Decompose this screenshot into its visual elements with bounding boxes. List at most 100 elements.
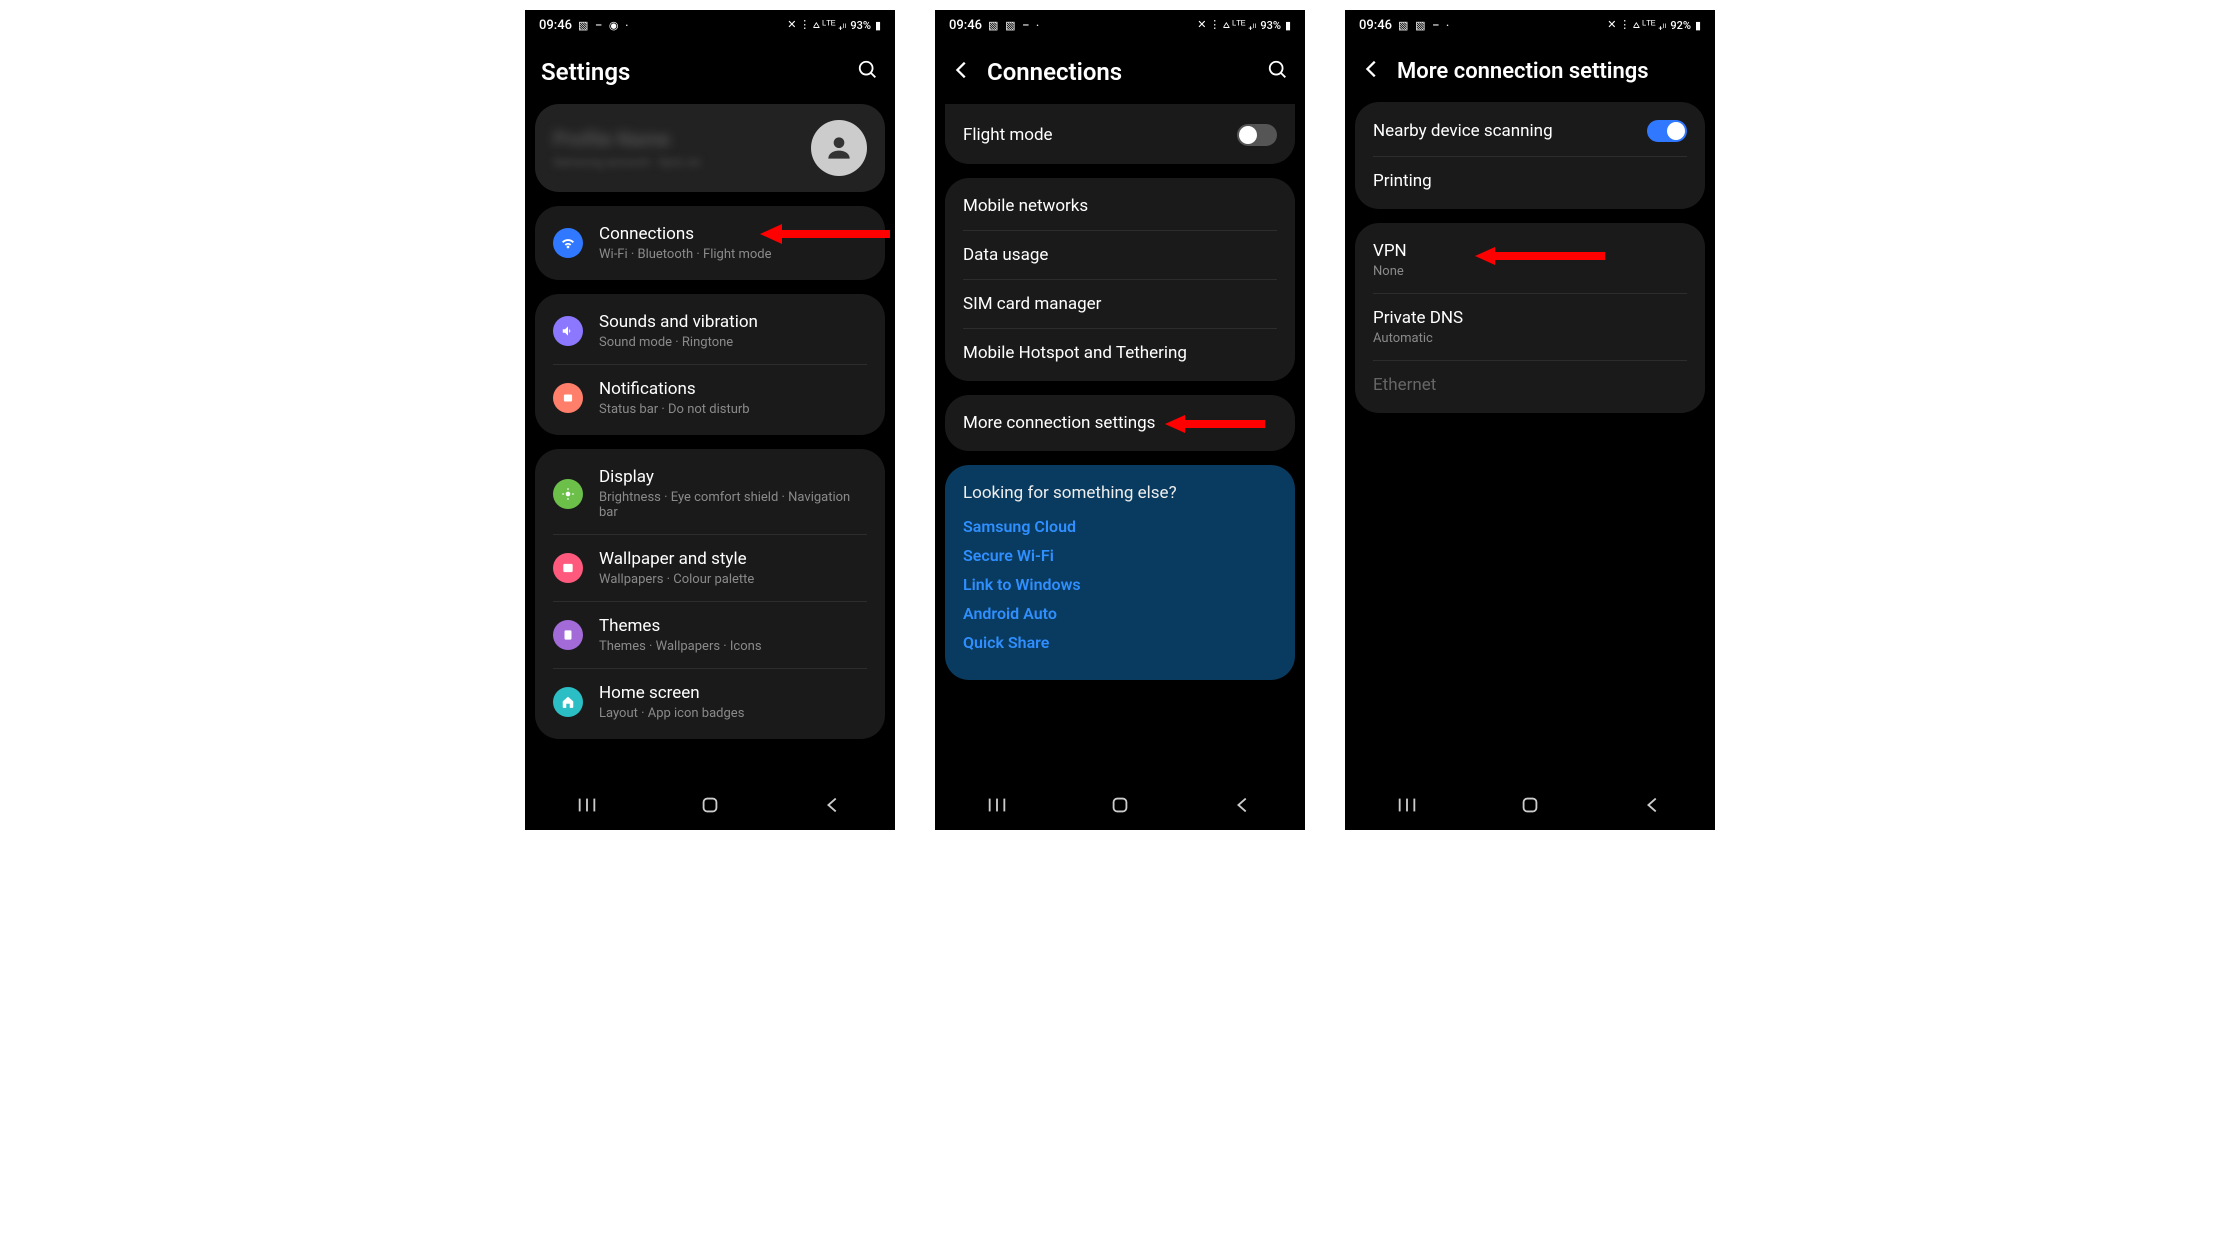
- item-title: Mobile Hotspot and Tethering: [963, 343, 1277, 363]
- item-ethernet: Ethernet: [1355, 361, 1705, 409]
- recents-button[interactable]: [576, 794, 598, 820]
- item-private-dns[interactable]: Private DNS Automatic: [1355, 294, 1705, 360]
- card-nearby-printing: Nearby device scanning Printing: [1355, 102, 1705, 209]
- settings-card-connections: Connections Wi-Fi · Bluetooth · Flight m…: [535, 206, 885, 280]
- screen-settings: 09:46 ▧ – ◉ · ✕ ⋮ ⩟ ᴸᵀᴱ ₊ₗₗ 93% ▮ Settin…: [525, 10, 895, 830]
- battery-icon: ▮: [1695, 19, 1701, 32]
- item-home-screen[interactable]: Home screen Layout · App icon badges: [535, 669, 885, 735]
- profile-card[interactable]: Profile Name Samsung account · Sync on: [535, 104, 885, 192]
- item-title: Flight mode: [963, 125, 1221, 145]
- item-title: Private DNS: [1373, 308, 1687, 328]
- annotation-arrow-icon: [1475, 245, 1605, 267]
- back-button[interactable]: [1642, 794, 1664, 820]
- item-hotspot[interactable]: Mobile Hotspot and Tethering: [945, 329, 1295, 377]
- link-secure-wifi[interactable]: Secure Wi-Fi: [963, 546, 1277, 565]
- search-icon[interactable]: [857, 59, 879, 85]
- item-title: SIM card manager: [963, 294, 1277, 314]
- item-sub: Wi-Fi · Bluetooth · Flight mode: [599, 247, 867, 262]
- navigation-bar: [1345, 784, 1715, 830]
- item-sim-manager[interactable]: SIM card manager: [945, 280, 1295, 328]
- header: Connections: [935, 40, 1305, 104]
- link-link-to-windows[interactable]: Link to Windows: [963, 575, 1277, 594]
- item-title: Notifications: [599, 379, 867, 399]
- page-title: Settings: [541, 58, 843, 86]
- search-icon[interactable]: [1267, 59, 1289, 85]
- sound-icon: [553, 316, 583, 346]
- recents-button[interactable]: [986, 794, 1008, 820]
- item-wallpaper[interactable]: Wallpaper and style Wallpapers · Colour …: [535, 535, 885, 601]
- status-battery: 93%: [850, 19, 871, 32]
- card-flight-mode: Flight mode: [945, 104, 1295, 164]
- status-network-icons: ✕ ⋮ ⩟ ᴸᵀᴱ ₊ₗₗ: [787, 18, 846, 32]
- item-sounds[interactable]: Sounds and vibration Sound mode · Ringto…: [535, 298, 885, 364]
- item-nearby-scanning[interactable]: Nearby device scanning: [1355, 106, 1705, 156]
- status-time: 09:46: [949, 18, 982, 33]
- item-sub: Status bar · Do not disturb: [599, 402, 867, 417]
- profile-sub: Samsung account · Sync on: [553, 155, 701, 169]
- status-network-icons: ✕ ⋮ ⩟ ᴸᵀᴱ ₊ₗₗ: [1607, 18, 1666, 32]
- status-bar: 09:46 ▧ – ◉ · ✕ ⋮ ⩟ ᴸᵀᴱ ₊ₗₗ 93% ▮: [525, 10, 895, 40]
- image-icon: [553, 553, 583, 583]
- flight-mode-toggle[interactable]: [1237, 124, 1277, 146]
- theme-icon: [553, 620, 583, 650]
- link-android-auto[interactable]: Android Auto: [963, 604, 1277, 623]
- item-title: Themes: [599, 616, 867, 636]
- back-button[interactable]: [1232, 794, 1254, 820]
- settings-card-sound-notif: Sounds and vibration Sound mode · Ringto…: [535, 294, 885, 435]
- screen-more-connection-settings: 09:46 ▧ ▧ – · ✕ ⋮ ⩟ ᴸᵀᴱ ₊ₗₗ 92% ▮ More c…: [1345, 10, 1715, 830]
- status-network-icons: ✕ ⋮ ⩟ ᴸᵀᴱ ₊ₗₗ: [1197, 18, 1256, 32]
- avatar[interactable]: [811, 120, 867, 176]
- profile-name: Profile Name: [553, 127, 701, 151]
- annotation-arrow-icon: [760, 222, 890, 246]
- navigation-bar: [525, 784, 895, 830]
- item-title: Data usage: [963, 245, 1277, 265]
- item-sub: Brightness · Eye comfort shield · Naviga…: [599, 490, 867, 520]
- back-icon[interactable]: [1361, 58, 1383, 84]
- home-icon: [553, 687, 583, 717]
- home-button[interactable]: [1109, 794, 1131, 820]
- item-title: Nearby device scanning: [1373, 121, 1631, 141]
- item-sub: Themes · Wallpapers · Icons: [599, 639, 867, 654]
- card-network: Mobile networks Data usage SIM card mana…: [945, 178, 1295, 381]
- item-title: Wallpaper and style: [599, 549, 867, 569]
- annotation-arrow-icon: [1165, 413, 1265, 435]
- back-button[interactable]: [822, 794, 844, 820]
- item-notifications[interactable]: Notifications Status bar · Do not distur…: [535, 365, 885, 431]
- page-title: More connection settings: [1397, 59, 1699, 84]
- home-button[interactable]: [1519, 794, 1541, 820]
- item-title: Sounds and vibration: [599, 312, 867, 332]
- item-title: Ethernet: [1373, 375, 1687, 395]
- item-display[interactable]: Display Brightness · Eye comfort shield …: [535, 453, 885, 534]
- wifi-icon: [553, 228, 583, 258]
- status-notification-icons: ▧ ▧ – ·: [1398, 19, 1451, 32]
- battery-icon: ▮: [1285, 19, 1291, 32]
- item-sub: Sound mode · Ringtone: [599, 335, 867, 350]
- nearby-scanning-toggle[interactable]: [1647, 120, 1687, 142]
- back-icon[interactable]: [951, 59, 973, 85]
- settings-card-display: Display Brightness · Eye comfort shield …: [535, 449, 885, 739]
- navigation-bar: [935, 784, 1305, 830]
- item-sub: Automatic: [1373, 331, 1687, 346]
- item-themes[interactable]: Themes Themes · Wallpapers · Icons: [535, 602, 885, 668]
- home-button[interactable]: [699, 794, 721, 820]
- status-bar: 09:46 ▧ ▧ – · ✕ ⋮ ⩟ ᴸᵀᴱ ₊ₗₗ 93% ▮: [935, 10, 1305, 40]
- item-title: Display: [599, 467, 867, 487]
- item-data-usage[interactable]: Data usage: [945, 231, 1295, 279]
- item-mobile-networks[interactable]: Mobile networks: [945, 182, 1295, 230]
- header: Settings: [525, 40, 895, 104]
- suggestions-card: Looking for something else? Samsung Clou…: [945, 465, 1295, 680]
- recents-button[interactable]: [1396, 794, 1418, 820]
- card-vpn-dns-ethernet: VPN None Private DNS Automatic Ethernet: [1355, 223, 1705, 413]
- header: More connection settings: [1345, 40, 1715, 102]
- screen-connections: 09:46 ▧ ▧ – · ✕ ⋮ ⩟ ᴸᵀᴱ ₊ₗₗ 93% ▮ Connec…: [935, 10, 1305, 830]
- page-title: Connections: [987, 58, 1253, 86]
- card-more: More connection settings: [945, 395, 1295, 451]
- status-battery: 92%: [1670, 19, 1691, 32]
- status-battery: 93%: [1260, 19, 1281, 32]
- link-samsung-cloud[interactable]: Samsung Cloud: [963, 517, 1277, 536]
- item-flight-mode[interactable]: Flight mode: [945, 110, 1295, 160]
- link-quick-share[interactable]: Quick Share: [963, 633, 1277, 652]
- sun-icon: [553, 479, 583, 509]
- battery-icon: ▮: [875, 19, 881, 32]
- item-printing[interactable]: Printing: [1355, 157, 1705, 205]
